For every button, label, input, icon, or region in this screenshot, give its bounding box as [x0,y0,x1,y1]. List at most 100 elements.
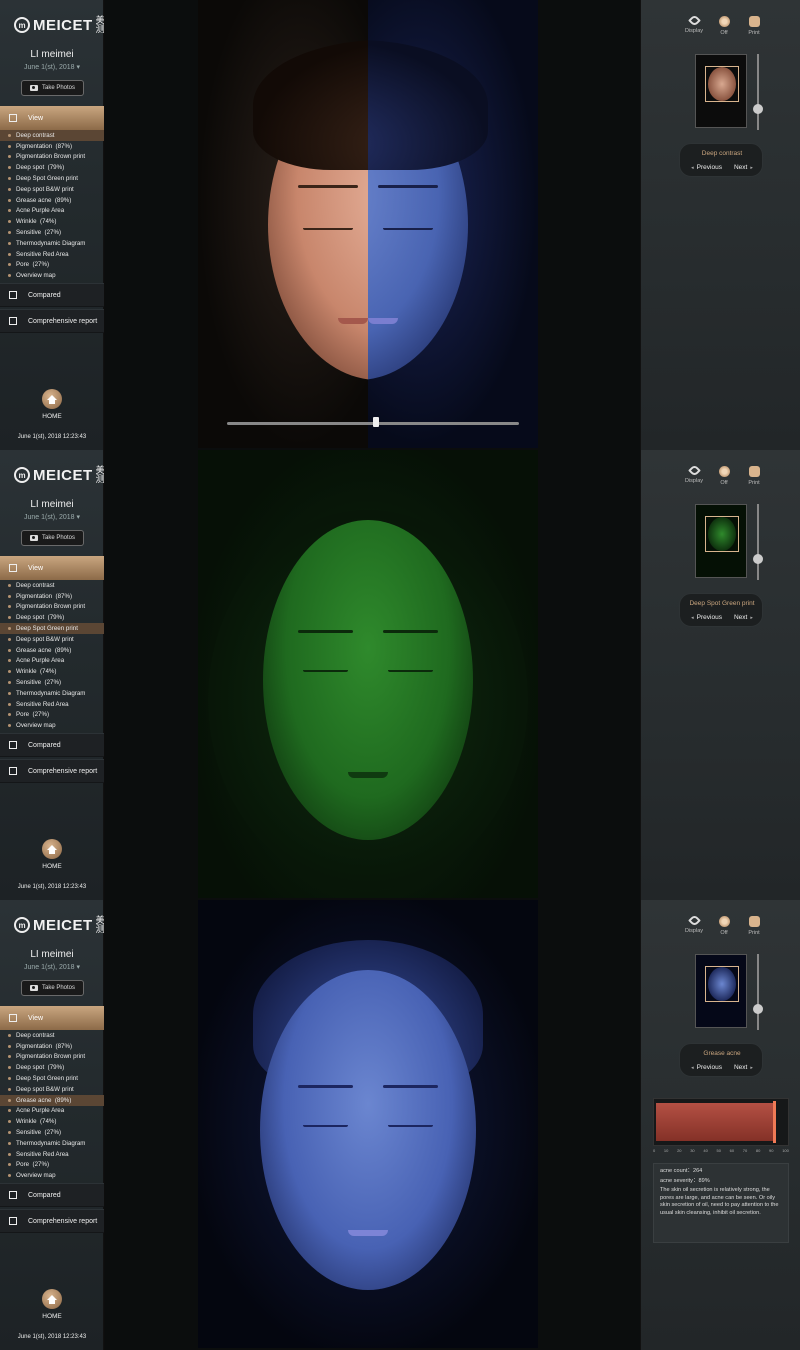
off-button[interactable]: Off [713,16,735,36]
zoom-slider-handle[interactable] [753,1004,763,1014]
eyelid-left [303,1125,348,1127]
menu-item[interactable]: Pore (27%) [0,1160,104,1171]
menu-item[interactable]: Deep Spot Green print [0,623,104,634]
menu-item[interactable]: Grease acne (89%) [0,1094,104,1106]
menu-item[interactable]: Pigmentation Brown print [0,602,104,613]
tab-comprehensive-report[interactable]: Comprehensive report [0,1209,104,1233]
off-button[interactable]: Off [713,916,735,936]
menu-item[interactable]: Acne Purple Area [0,1106,104,1117]
logo-text: MEICET [33,16,93,34]
screens-stack: m MEICET 美测 LI meimei June 1(st), 2018 ▾… [0,0,800,1350]
menu-item[interactable]: Sensitive (27%) [0,1127,104,1138]
menu-item[interactable]: Deep spot (79%) [0,612,104,623]
zoom-slider-handle[interactable] [753,554,763,564]
tab-compared[interactable]: Compared [0,1183,104,1207]
display-label: Display [684,28,704,34]
menu-item[interactable]: Deep Spot Green print [0,1073,104,1084]
view-icon [9,564,17,572]
thumbnail-preview[interactable] [695,504,747,578]
menu-item[interactable]: Deep contrast [0,1030,104,1041]
print-button[interactable]: Print [743,916,765,936]
session-date-select[interactable]: June 1(st), 2018 ▾ [0,513,104,521]
next-label: Next [733,164,748,171]
menu-item[interactable]: Pore (27%) [0,710,104,721]
acne-severity-bar [656,1103,773,1141]
menu-item[interactable]: Pigmentation (87%) [0,141,104,152]
menu-item[interactable]: Wrinkle (74%) [0,216,104,227]
take-photos-button[interactable]: Take Photos [21,980,84,996]
previous-button[interactable]: ◂ Previous [691,164,722,171]
menu-item[interactable]: Deep spot B&W print [0,184,104,195]
menu-item[interactable]: Deep spot (79%) [0,1062,104,1073]
thumbnail-preview[interactable] [695,954,747,1028]
tab-comprehensive-report[interactable]: Comprehensive report [0,309,104,333]
take-photos-button[interactable]: Take Photos [21,530,84,546]
menu-item[interactable]: Acne Purple Area [0,656,104,667]
menu-item[interactable]: Pore (27%) [0,260,104,271]
print-icon [748,916,760,927]
session-date-select[interactable]: June 1(st), 2018 ▾ [0,63,104,71]
menu-item[interactable]: Wrinkle (74%) [0,1116,104,1127]
menu-item[interactable]: Sensitive Red Area [0,249,104,260]
tab-comprehensive-report[interactable]: Comprehensive report [0,759,104,783]
contrast-slider-handle[interactable] [373,417,379,427]
menu-item[interactable]: Overview map [0,270,104,281]
print-button[interactable]: Print [743,16,765,36]
home-button[interactable] [42,839,62,859]
menu-item[interactable]: Deep Spot Green print [0,173,104,184]
home-label: HOME [42,413,62,420]
zoom-region-box[interactable] [705,966,739,1002]
menu-item[interactable]: Grease acne (89%) [0,645,104,656]
menu-item[interactable]: Thermodynamic Diagram [0,1138,104,1149]
display-button[interactable]: Display [683,914,705,936]
tab-view[interactable]: View [0,106,104,130]
zoom-region-box[interactable] [705,516,739,552]
menu-item[interactable]: Sensitive Red Area [0,699,104,710]
zoom-region-box[interactable] [705,66,739,102]
menu-item[interactable]: Pigmentation (87%) [0,1041,104,1052]
menu-item-label: Pigmentation (87%) [16,592,73,600]
menu-item-label: Sensitive Red Area [16,1150,69,1158]
zoom-slider-track[interactable] [757,54,759,130]
next-button[interactable]: Next ▸ [734,164,753,171]
next-button[interactable]: Next ▸ [734,614,753,621]
menu-item[interactable]: Pigmentation Brown print [0,152,104,163]
tab-view[interactable]: View [0,556,104,580]
menu-item[interactable]: Pigmentation Brown print [0,1052,104,1063]
thumbnail-preview[interactable] [695,54,747,128]
menu-item[interactable]: Sensitive (27%) [0,677,104,688]
menu-item[interactable]: Deep spot B&W print [0,1084,104,1095]
previous-button[interactable]: ◂ Previous [691,1064,722,1071]
zoom-slider-track[interactable] [757,504,759,580]
take-photos-button[interactable]: Take Photos [21,80,84,96]
home-button[interactable] [42,1289,62,1309]
next-button[interactable]: Next ▸ [734,1064,753,1071]
zoom-slider-handle[interactable] [753,104,763,114]
menu-item[interactable]: Thermodynamic Diagram [0,238,104,249]
tab-compared[interactable]: Compared [0,733,104,757]
menu-item[interactable]: Overview map [0,1170,104,1181]
menu-item[interactable]: Deep contrast [0,130,104,141]
off-button[interactable]: Off [713,466,735,486]
menu-item[interactable]: Wrinkle (74%) [0,666,104,677]
previous-button[interactable]: ◂ Previous [691,614,722,621]
off-label: Off [720,930,728,936]
menu-item[interactable]: Deep spot (79%) [0,162,104,173]
display-button[interactable]: Display [683,464,705,486]
menu-item[interactable]: Deep spot B&W print [0,634,104,645]
home-button[interactable] [42,389,62,409]
menu-item[interactable]: Sensitive (27%) [0,227,104,238]
menu-item[interactable]: Acne Purple Area [0,206,104,217]
menu-item[interactable]: Grease acne (89%) [0,195,104,206]
tab-view[interactable]: View [0,1006,104,1030]
menu-item[interactable]: Thermodynamic Diagram [0,688,104,699]
menu-item[interactable]: Deep contrast [0,580,104,591]
menu-item[interactable]: Pigmentation (87%) [0,591,104,602]
menu-item[interactable]: Sensitive Red Area [0,1149,104,1160]
zoom-slider-track[interactable] [757,954,759,1030]
session-date-select[interactable]: June 1(st), 2018 ▾ [0,963,104,971]
menu-item[interactable]: Overview map [0,720,104,731]
display-button[interactable]: Display [683,14,705,36]
tab-compared[interactable]: Compared [0,283,104,307]
print-button[interactable]: Print [743,466,765,486]
